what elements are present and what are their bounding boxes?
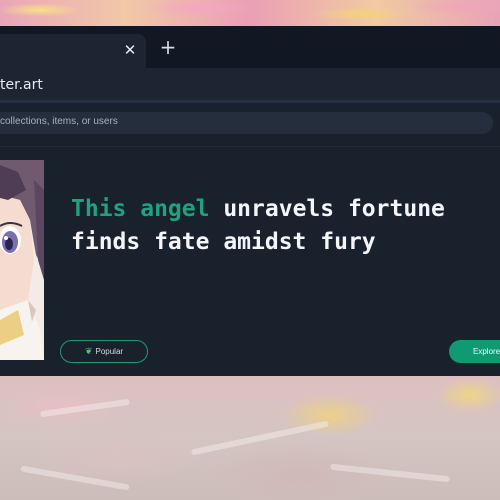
active-tab[interactable]: ✕ <box>0 34 146 68</box>
anime-character-image <box>0 160 44 360</box>
tab-bar: ✕ + <box>0 26 500 68</box>
popular-button[interactable]: ❦ Popular <box>60 340 148 363</box>
headline-line-1: This angel unravels fortune <box>71 193 500 226</box>
search-placeholder: collections, items, or users <box>0 116 118 127</box>
explore-button[interactable]: Explore <box>449 340 500 363</box>
leaf-icon: ❦ <box>84 346 93 356</box>
url-text[interactable]: ter.art <box>0 77 43 93</box>
background-artwork-top <box>0 0 500 26</box>
headline-line-2: finds fate amidst fury <box>71 229 376 255</box>
address-bar[interactable]: ter.art <box>0 68 500 100</box>
background-artwork-bottom <box>0 375 500 500</box>
web-page: collections, items, or users This angel … <box>0 103 500 376</box>
new-tab-button[interactable]: + <box>159 37 177 57</box>
close-tab-icon[interactable]: ✕ <box>122 42 138 58</box>
headline-accent: This angel <box>71 196 210 222</box>
browser-window: ✕ + ter.art collections, items, or users <box>0 26 500 376</box>
header-divider <box>0 146 500 147</box>
explore-label: Explore <box>473 347 500 356</box>
search-input[interactable]: collections, items, or users <box>0 112 493 134</box>
hero-headline: This angel unravels fortune finds fate a… <box>71 193 500 259</box>
popular-label: Popular <box>95 347 124 356</box>
featured-artwork-thumbnail[interactable] <box>0 160 44 360</box>
headline-rest: unravels fortune <box>209 196 445 222</box>
